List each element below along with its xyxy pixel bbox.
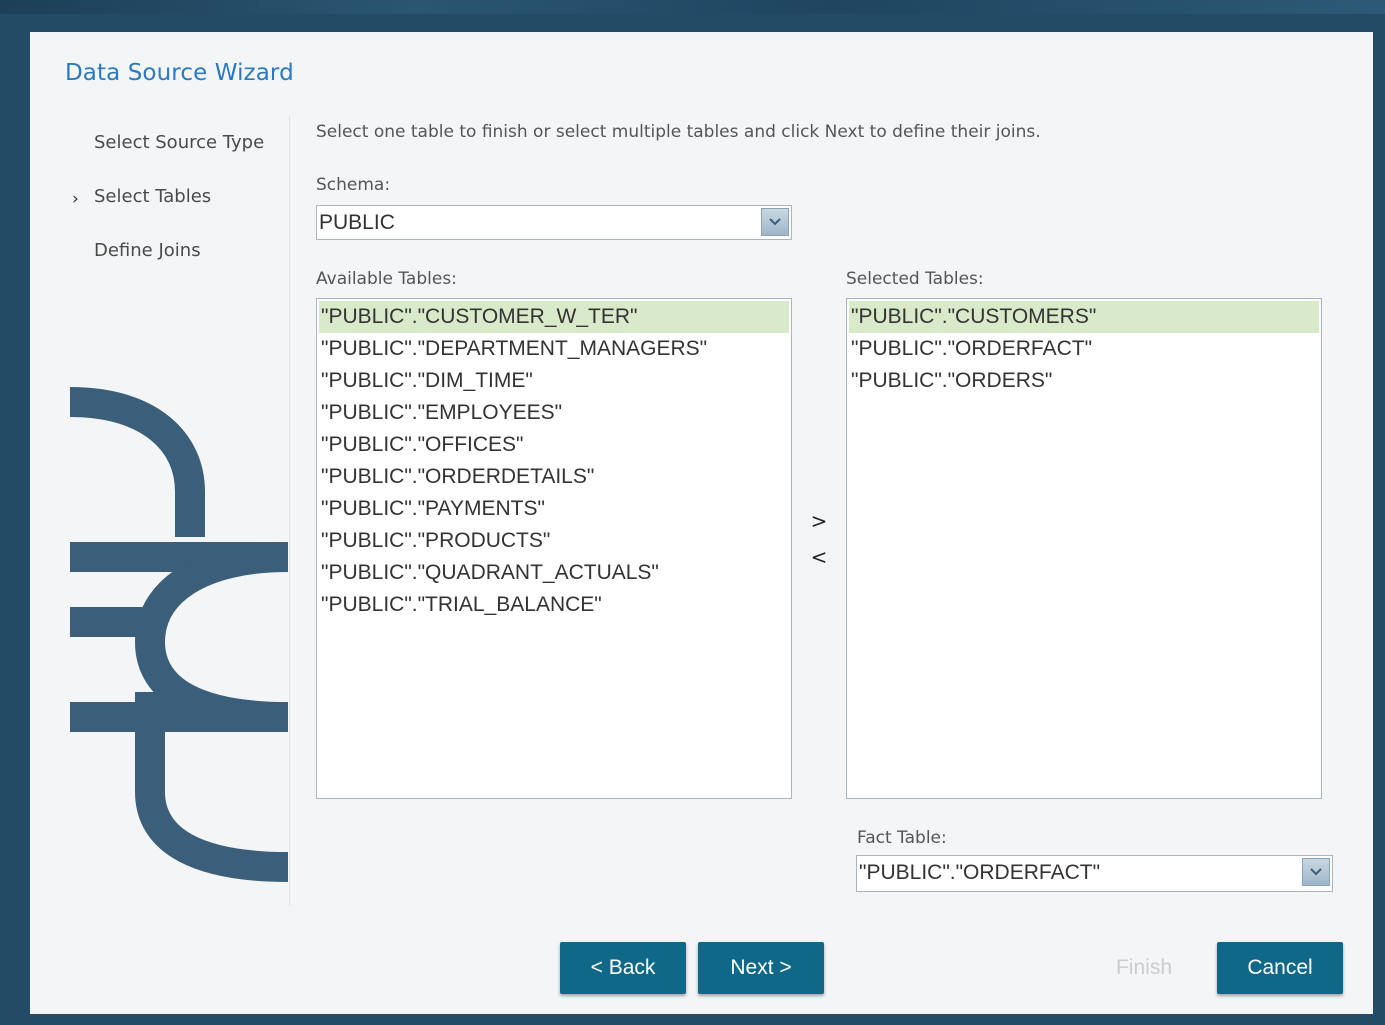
add-table-button[interactable]: > [809,509,829,533]
chevron-down-icon [1310,868,1322,876]
instructions-text: Select one table to finish or select mul… [316,122,1041,142]
current-step-chevron-icon: › [72,189,79,209]
available-table-item[interactable]: "PUBLIC"."CUSTOMER_W_TER" [319,301,789,333]
selected-tables-label: Selected Tables: [846,269,984,289]
available-tables-list[interactable]: "PUBLIC"."CUSTOMER_W_TER" "PUBLIC"."DEPA… [316,298,792,799]
available-table-item[interactable]: "PUBLIC"."QUADRANT_ACTUALS" [319,557,789,589]
fact-table-label: Fact Table: [857,828,947,848]
wizard-dialog: Data Source Wizard Select Source Type › … [30,32,1373,1014]
step-select-source-type[interactable]: Select Source Type [94,132,264,153]
chevron-down-icon [769,218,781,226]
sidebar-divider [289,116,290,906]
remove-table-button[interactable]: < [809,545,829,569]
dialog-title: Data Source Wizard [65,60,294,86]
selected-table-item[interactable]: "PUBLIC"."CUSTOMERS" [849,301,1319,333]
step-select-tables[interactable]: Select Tables [94,186,211,207]
selected-tables-list[interactable]: "PUBLIC"."CUSTOMERS" "PUBLIC"."ORDERFACT… [846,298,1322,799]
next-button[interactable]: Next > [698,942,824,994]
schema-label: Schema: [316,175,391,195]
step-define-joins[interactable]: Define Joins [94,240,201,261]
available-table-item[interactable]: "PUBLIC"."PRODUCTS" [319,525,789,557]
fact-table-dropdown-button[interactable] [1302,858,1330,886]
cancel-button[interactable]: Cancel [1217,942,1343,994]
schema-select[interactable]: PUBLIC [316,205,792,240]
finish-button[interactable]: Finish [1081,942,1207,994]
available-tables-label: Available Tables: [316,269,457,289]
back-button[interactable]: < Back [560,942,686,994]
schema-value: PUBLIC [319,211,395,234]
selected-table-item[interactable]: "PUBLIC"."ORDERFACT" [849,333,1319,365]
fact-table-select[interactable]: "PUBLIC"."ORDERFACT" [856,855,1333,892]
database-logo-icon [69,387,288,882]
schema-dropdown-button[interactable] [761,208,789,236]
available-table-item[interactable]: "PUBLIC"."DIM_TIME" [319,365,789,397]
backdrop [0,0,1385,14]
selected-table-item[interactable]: "PUBLIC"."ORDERS" [849,365,1319,397]
available-table-item[interactable]: "PUBLIC"."OFFICES" [319,429,789,461]
available-table-item[interactable]: "PUBLIC"."DEPARTMENT_MANAGERS" [319,333,789,365]
available-table-item[interactable]: "PUBLIC"."PAYMENTS" [319,493,789,525]
available-table-item[interactable]: "PUBLIC"."EMPLOYEES" [319,397,789,429]
available-table-item[interactable]: "PUBLIC"."ORDERDETAILS" [319,461,789,493]
fact-table-value: "PUBLIC"."ORDERFACT" [859,861,1101,884]
available-table-item[interactable]: "PUBLIC"."TRIAL_BALANCE" [319,589,789,621]
